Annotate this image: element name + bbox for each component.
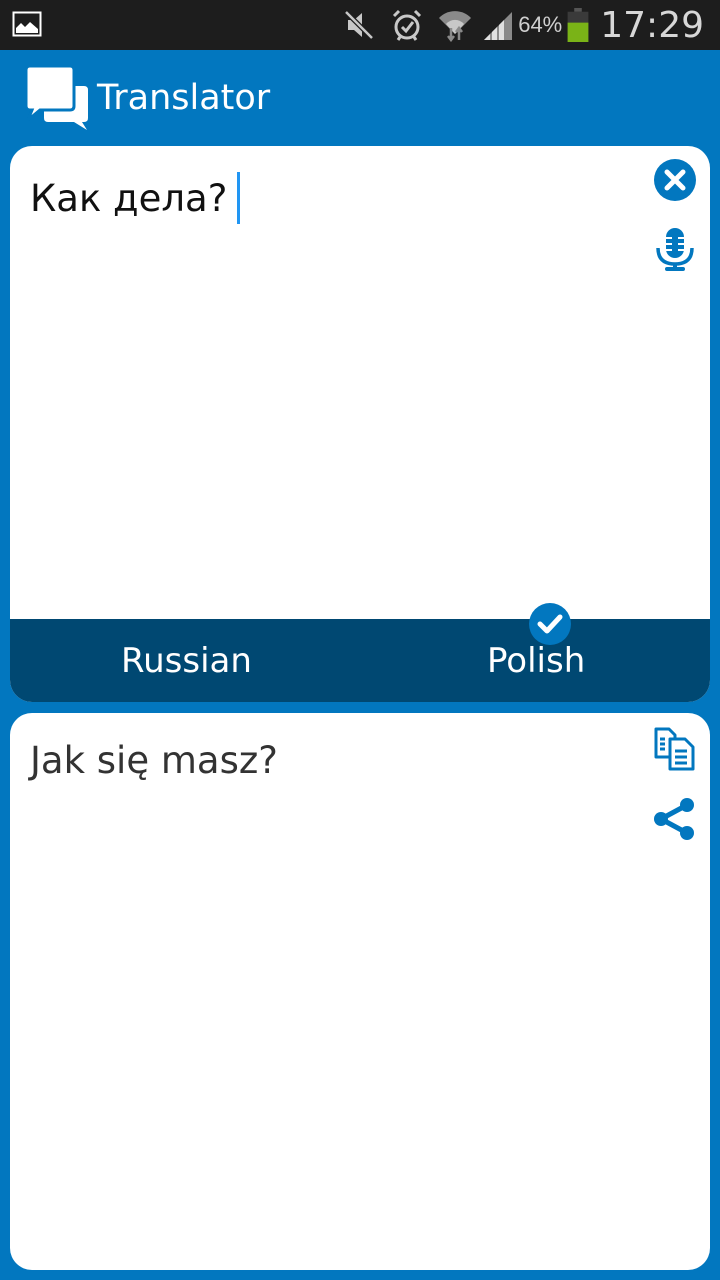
selected-language-badge [529, 603, 571, 645]
target-language[interactable]: Polish [487, 641, 585, 681]
check-circle-icon [537, 614, 563, 634]
translation-text: Jak się masz? [30, 739, 278, 782]
battery-percent: 64% [518, 12, 563, 37]
copy-icon [654, 727, 695, 771]
signal-icon [484, 12, 513, 40]
text-caret [237, 172, 241, 224]
microphone-icon [656, 228, 694, 271]
status-bar: 64% 17:29 [0, 0, 720, 50]
alarm-icon [393, 9, 422, 41]
mute-icon [344, 10, 374, 40]
translation-panel: Jak się masz? [10, 713, 710, 1270]
copy-button[interactable] [651, 725, 699, 773]
language-bar: Russian Polish [10, 619, 710, 702]
source-input[interactable]: Как дела? [30, 172, 241, 224]
app-title: Translator [97, 78, 271, 118]
wifi-icon [439, 11, 472, 42]
microphone-button[interactable] [651, 226, 699, 274]
clear-circle-icon [654, 159, 696, 201]
clock: 17:29 [600, 4, 704, 46]
battery-icon [567, 8, 589, 42]
battery-fill [567, 22, 589, 42]
share-icon [654, 798, 694, 840]
source-text: Как дела? [30, 176, 228, 220]
gallery-notification-icon [12, 11, 42, 37]
clear-button[interactable] [651, 156, 699, 204]
source-language[interactable]: Russian [121, 641, 252, 681]
source-panel: Как дела? Russian Polish [10, 146, 710, 702]
share-button[interactable] [651, 795, 699, 843]
chat-bubbles-icon [26, 66, 88, 130]
app-bar: Translator [0, 50, 720, 146]
